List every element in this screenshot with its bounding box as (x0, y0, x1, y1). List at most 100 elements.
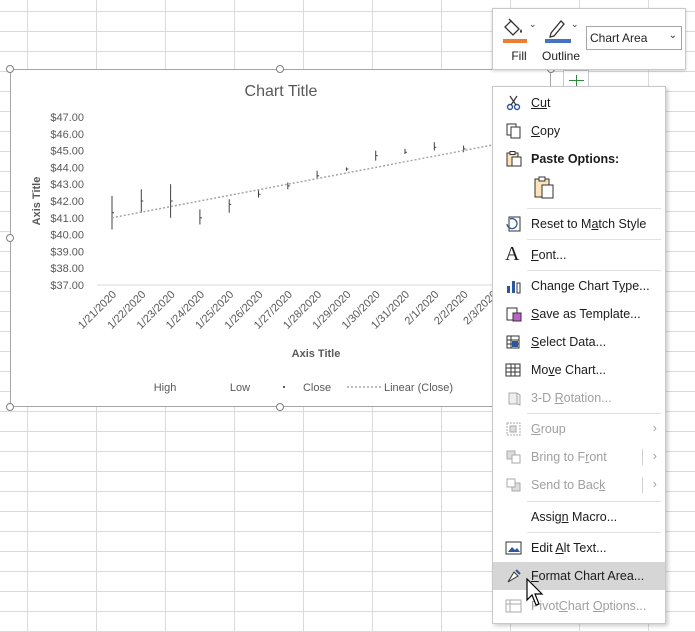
resize-handle-bottom-left[interactable] (6, 403, 14, 411)
chart-title: Chart Title (245, 83, 318, 100)
chevron-right-icon: › (652, 476, 657, 491)
resize-handle-left[interactable] (6, 234, 14, 242)
y-tick-label: $37.00 (50, 280, 84, 292)
menu-item-change-chart-type[interactable]: Change Chart Type... (493, 272, 665, 300)
menu-item-edit-alt-text[interactable]: Edit Alt Text... (493, 534, 665, 562)
menu-label: Copy (531, 124, 561, 138)
font-icon: A (505, 243, 520, 265)
menu-label: Edit Alt Text... (531, 541, 607, 555)
outline-button[interactable]: ⌄ Outline (541, 13, 581, 65)
menu-item-move-chart[interactable]: Move Chart... (493, 356, 665, 384)
menu-item-paste-options: Paste Options: (493, 145, 665, 173)
copy-icon (506, 123, 521, 139)
alt-text-icon (505, 541, 522, 555)
legend-high: High (154, 382, 177, 394)
chart-element-value: Chart Area (590, 31, 648, 45)
menu-label: Cut (531, 96, 551, 110)
context-menu: Cut Copy Paste Options: Reset to Match S… (492, 86, 666, 624)
menu-label: Reset to Match Style (531, 217, 647, 231)
menu-label: Format Chart Area... (531, 569, 645, 583)
y-tick-label: $41.00 (50, 213, 84, 225)
menu-label: Bring to Front (531, 450, 607, 464)
split-separator (642, 449, 643, 465)
chart-type-icon (507, 281, 521, 294)
send-back-icon (506, 478, 521, 492)
y-tick-label: $39.00 (50, 246, 84, 258)
y-tick-label: $42.00 (50, 196, 84, 208)
legend-low: Low (230, 382, 250, 394)
menu-label: PivotChart Options... (531, 599, 647, 613)
legend-close-marker (283, 386, 285, 388)
menu-label: Select Data... (531, 335, 607, 349)
chart-element-dropdown[interactable]: Chart Area ⌄ (586, 26, 682, 50)
menu-item-reset-style[interactable]: Reset to Match Style (493, 210, 665, 238)
menu-item-cut[interactable]: Cut (493, 89, 665, 117)
y-tick-label: $46.00 (50, 129, 84, 141)
menu-separator (527, 239, 661, 240)
x-axis-title: Axis Title (292, 348, 341, 360)
resize-handle-bottom[interactable] (276, 403, 284, 411)
menu-item-font[interactable]: A Font... (493, 241, 665, 269)
pen-outline-icon: ⌄ (545, 19, 579, 43)
menu-separator (527, 532, 661, 533)
menu-item-format-chart-area[interactable]: Format Chart Area... (493, 562, 665, 590)
select-data-icon (506, 335, 520, 349)
outline-label: Outline (541, 49, 581, 63)
chart-area[interactable]: Chart Title $37.00 $38.00 $39.00 $40.00 $41.0… (10, 69, 552, 408)
legend-linear-close: Linear (Close) (384, 382, 453, 394)
paste-keep-formatting-button[interactable] (531, 175, 557, 201)
chart-plot[interactable]: Chart Title $37.00 $38.00 $39.00 $40.00 $41.0… (11, 70, 552, 408)
y-tick-label: $40.00 (50, 230, 84, 242)
menu-item-save-template[interactable]: Save as Template... (493, 300, 665, 328)
y-tick-label: $45.00 (50, 146, 84, 158)
paste-clipboard-icon (534, 176, 554, 199)
pivotchart-icon (505, 599, 522, 613)
move-chart-icon (505, 363, 521, 377)
outline-color-bar (545, 39, 571, 43)
format-paint-icon (507, 569, 521, 583)
menu-item-bring-to-front: Bring to Front › (493, 443, 665, 471)
menu-label: Move Chart... (531, 363, 607, 377)
menu-item-select-data[interactable]: Select Data... (493, 328, 665, 356)
y-tick-label: $38.00 (50, 263, 84, 275)
mini-toolbar: ⌄ Fill ⌄ Outline Chart Area ⌄ (492, 8, 686, 70)
menu-separator (527, 270, 661, 271)
resize-handle-top[interactable] (276, 65, 284, 73)
menu-label: Save as Template... (531, 307, 641, 321)
menu-label: Change Chart Type... (531, 279, 650, 293)
menu-item-pivotchart-options: PivotChart Options... (493, 592, 665, 620)
menu-item-3d-rotation: 3-D Rotation... (493, 384, 665, 412)
menu-label: Group (531, 422, 566, 436)
y-tick-label: $43.00 (50, 179, 84, 191)
menu-item-assign-macro[interactable]: Assign Macro... (493, 503, 665, 531)
legend-close: Close (303, 382, 331, 394)
paint-bucket-icon: ⌄ (503, 18, 537, 43)
fill-label: Fill (511, 49, 527, 63)
menu-separator (527, 413, 661, 414)
y-tick-label: $47.00 (50, 112, 84, 124)
y-tick-label: $44.00 (50, 162, 84, 174)
menu-item-copy[interactable]: Copy (493, 117, 665, 145)
chevron-right-icon: › (652, 448, 657, 463)
menu-label: Font... (531, 248, 567, 262)
bring-front-icon (506, 450, 521, 464)
save-template-icon (506, 307, 522, 322)
svg-text:⌄: ⌄ (529, 19, 537, 29)
group-icon (506, 422, 521, 436)
menu-separator (527, 501, 661, 502)
plus-icon-bar (569, 80, 584, 81)
mouse-cursor-icon (526, 578, 544, 606)
chevron-right-icon: › (652, 420, 657, 435)
fill-button[interactable]: ⌄ Fill (499, 13, 539, 65)
svg-text:⌄: ⌄ (571, 19, 579, 29)
resize-handle-top-left[interactable] (6, 65, 14, 73)
menu-separator (527, 208, 661, 209)
paste-options-label: Paste Options: (531, 152, 620, 166)
menu-label: 3-D Rotation... (531, 391, 612, 405)
paste-icon (506, 151, 522, 167)
split-separator (642, 477, 643, 493)
scissors-icon (506, 95, 521, 111)
menu-item-send-to-back: Send to Back › (493, 471, 665, 499)
menu-label: Send to Back (531, 478, 606, 492)
menu-item-group: Group › (493, 415, 665, 443)
